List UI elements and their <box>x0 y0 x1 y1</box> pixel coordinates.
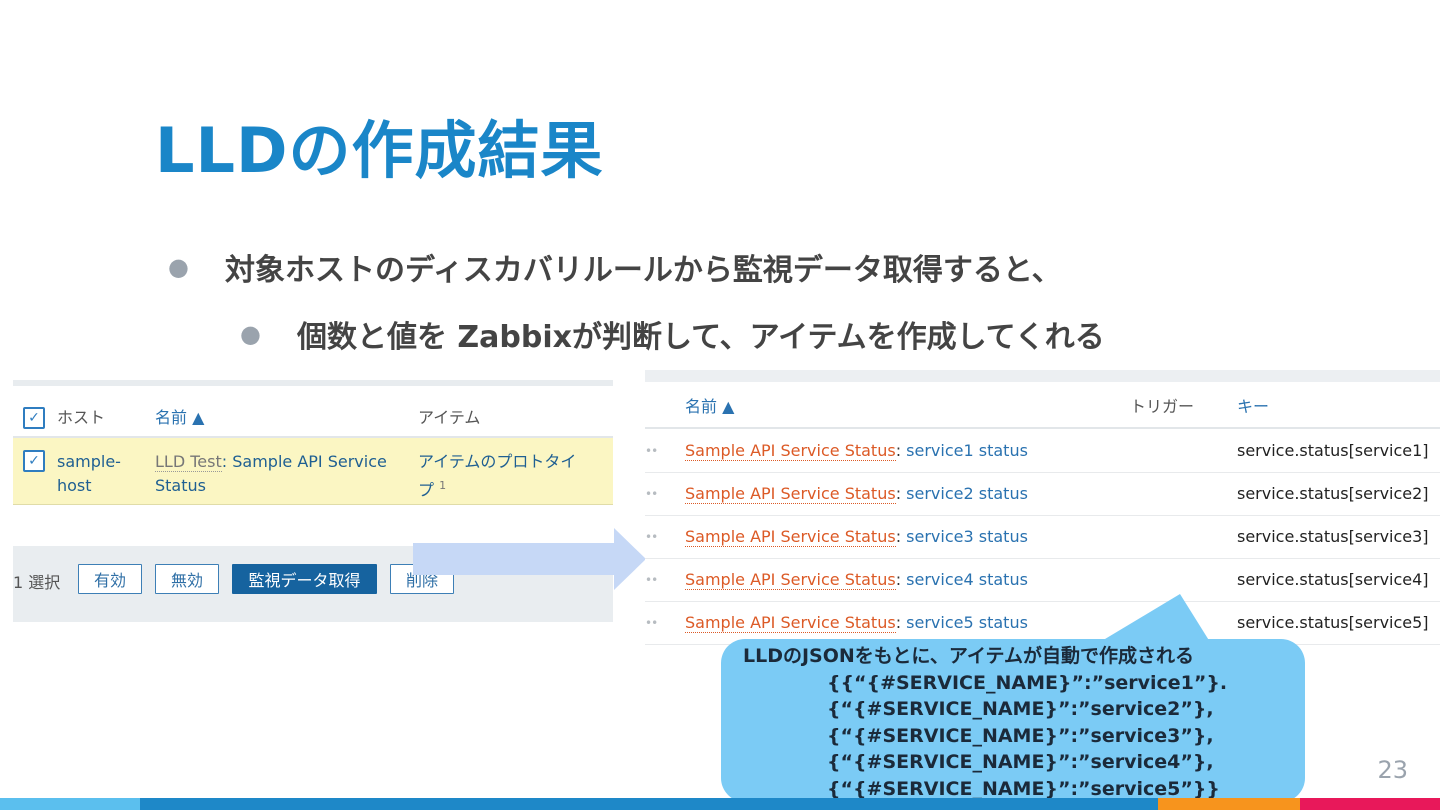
slide-title: LLDの作成結果 <box>155 114 604 187</box>
table-row: ✓ sample-host LLD Test: Sample API Servi… <box>13 438 613 505</box>
discovery-rule-link[interactable]: Sample API Service Status <box>685 441 896 461</box>
discovery-table-header: ✓ ホスト 名前 ▲ アイテム <box>13 396 613 438</box>
callout-text: LLDのJSONをもとに、アイテムが自動で作成される {{“{#SERVICE_… <box>721 643 1305 802</box>
bar-segment <box>1300 798 1440 810</box>
discovery-rule-link[interactable]: Sample API Service Status <box>685 613 896 633</box>
table-row: •• Sample API Service Status: service3 s… <box>645 515 1440 559</box>
select-all-checkbox[interactable]: ✓ <box>23 407 45 429</box>
discovery-rule-link[interactable]: Sample API Service Status <box>685 527 896 547</box>
column-triggers[interactable]: トリガー <box>1130 393 1194 417</box>
item-prototypes-cell: アイテムのプロトタイプ 1 <box>418 450 588 502</box>
drag-handle-icon[interactable]: •• <box>645 530 658 544</box>
host-link[interactable]: sample-host <box>57 450 137 498</box>
item-link[interactable]: service5 status <box>906 613 1028 632</box>
table-row: •• Sample API Service Status: service1 s… <box>645 429 1440 473</box>
json-line: {“{#SERVICE_NAME}”:”service4”}, <box>827 751 1214 773</box>
item-link[interactable]: service2 status <box>906 484 1028 503</box>
drag-handle-icon[interactable]: •• <box>645 444 658 458</box>
bullet-dot-icon: ● <box>240 320 261 348</box>
bottom-color-bar <box>0 798 1440 810</box>
item-prototypes-count: 1 <box>439 479 447 492</box>
bullet-1-text: 対象ホストのディスカバリルールから監視データ取得すると、 <box>224 253 1062 288</box>
items-table-header: 名前 ▲ トリガー キー <box>645 382 1440 429</box>
item-key: service.status[service3] <box>1237 527 1429 546</box>
template-link[interactable]: LLD Test <box>155 452 222 472</box>
item-key: service.status[service5] <box>1237 613 1429 632</box>
item-prototypes-link[interactable]: アイテムのプロトタイプ <box>418 452 576 499</box>
item-name: Sample API Service Status: service3 stat… <box>685 527 1028 547</box>
item-link[interactable]: service4 status <box>906 570 1028 589</box>
column-host[interactable]: ホスト <box>57 404 105 428</box>
column-items: アイテム <box>418 408 481 427</box>
bullet-1: ● 対象ホストのディスカバリルールから監視データ取得すると、 <box>168 245 1062 289</box>
json-line: {“{#SERVICE_NAME}”:”service2”}, <box>827 698 1214 720</box>
item-link[interactable]: service3 status <box>906 527 1028 546</box>
selected-count: 1 選択 <box>13 573 61 592</box>
enable-button[interactable]: 有効 <box>78 564 142 594</box>
column-key[interactable]: キー <box>1237 393 1269 417</box>
column-name-sort[interactable]: 名前 ▲ <box>155 404 204 428</box>
bullet-2: ● 個数と値を Zabbixが判断して、アイテムを作成してくれる <box>240 312 1105 356</box>
bar-segment <box>0 798 140 810</box>
name-separator: : <box>221 452 233 471</box>
discovery-rule-link[interactable]: Sample API Service Status <box>685 570 896 590</box>
json-line: {“{#SERVICE_NAME}”:”service3”}, <box>827 724 1214 747</box>
callout-lead: LLDのJSONをもとに、アイテムが自動で作成される <box>743 645 1194 667</box>
arrow-head <box>614 528 646 590</box>
item-name: Sample API Service Status: service1 stat… <box>685 441 1028 461</box>
bar-segment <box>140 798 1158 810</box>
discovery-rule-link[interactable]: Sample API Service Status <box>685 484 896 504</box>
disable-button[interactable]: 無効 <box>155 564 219 594</box>
item-key: service.status[service4] <box>1237 570 1429 589</box>
items-panel: 名前 ▲ トリガー キー •• Sample API Service Statu… <box>645 370 1440 648</box>
item-name: Sample API Service Status: service4 stat… <box>685 570 1028 590</box>
column-name-sort[interactable]: 名前 ▲ <box>685 393 734 417</box>
item-key: service.status[service1] <box>1237 441 1429 460</box>
drag-handle-icon[interactable]: •• <box>645 487 658 501</box>
drag-handle-icon[interactable]: •• <box>645 616 658 630</box>
item-link[interactable]: service1 status <box>906 441 1028 460</box>
table-row: •• Sample API Service Status: service4 s… <box>645 558 1440 602</box>
json-callout: LLDのJSONをもとに、アイテムが自動で作成される {{“{#SERVICE_… <box>721 639 1305 802</box>
panel-top-border <box>13 380 613 386</box>
page-number: 23 <box>1377 756 1408 784</box>
get-monitoring-data-button[interactable]: 監視データ取得 <box>232 564 377 594</box>
bullet-2-text: 個数と値を Zabbixが判断して、アイテムを作成してくれる <box>296 320 1105 355</box>
discovery-rules-panel: ✓ ホスト 名前 ▲ アイテム ✓ sample-host LLD Test: … <box>13 380 613 622</box>
item-name: Sample API Service Status: service5 stat… <box>685 613 1028 633</box>
row-checkbox[interactable]: ✓ <box>23 450 45 472</box>
item-name: Sample API Service Status: service2 stat… <box>685 484 1028 504</box>
json-line: {{“{#SERVICE_NAME}”:”service1”}. <box>827 671 1228 694</box>
item-key: service.status[service2] <box>1237 484 1429 503</box>
bar-segment <box>1158 798 1300 810</box>
drag-handle-icon[interactable]: •• <box>645 573 658 587</box>
arrow-shape <box>413 543 615 575</box>
table-row: •• Sample API Service Status: service2 s… <box>645 472 1440 516</box>
bullet-dot-icon: ● <box>168 253 189 281</box>
rule-name: LLD Test: Sample API Service Status <box>155 450 395 498</box>
panel-top-border <box>645 370 1440 382</box>
